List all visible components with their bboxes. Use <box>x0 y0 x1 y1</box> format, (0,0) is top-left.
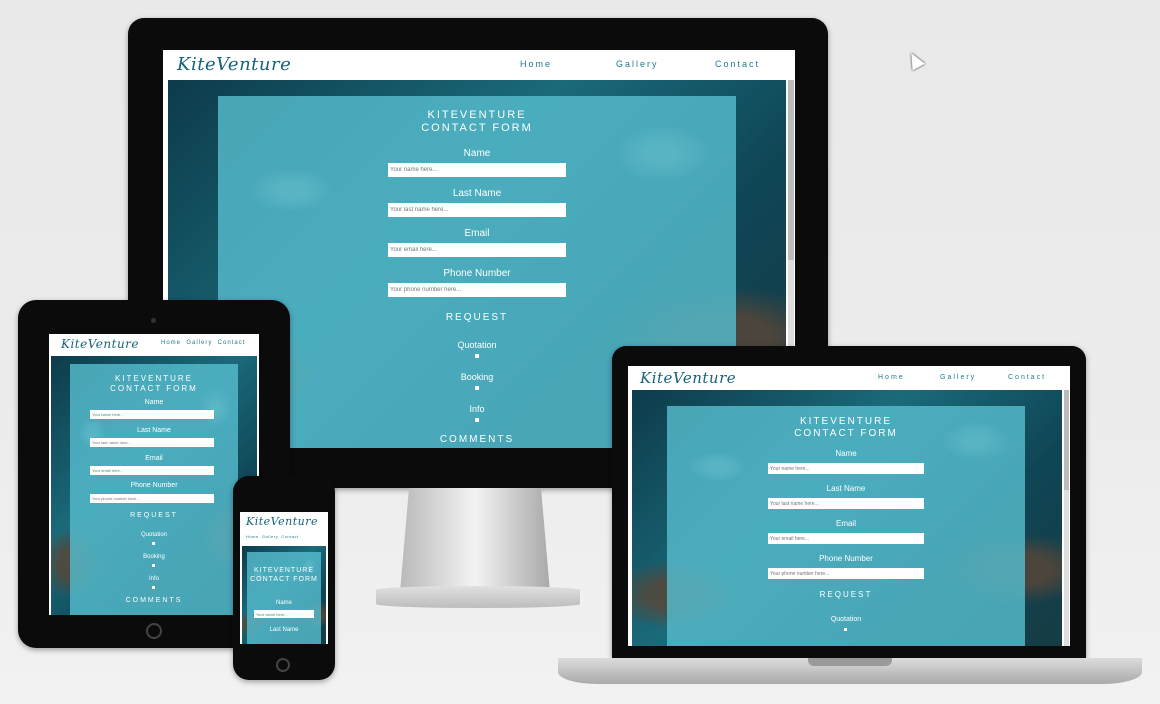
name-label: Name <box>463 148 491 159</box>
laptop-logo[interactable]: KiteVenture <box>640 369 736 387</box>
tablet-logo[interactable]: KiteVenture <box>61 337 139 351</box>
phone-name-label: Name <box>275 600 292 606</box>
laptop-form-title: KITEVENTURE CONTACT FORM <box>794 416 898 439</box>
last-name-input[interactable] <box>388 203 566 217</box>
laptop-header: KiteVenture Home Gallery Contact <box>628 366 1070 390</box>
phone-nav[interactable]: Home Gallery Contact <box>246 534 299 539</box>
phone-input[interactable] <box>388 283 566 297</box>
tablet-email-label: Email <box>145 455 163 462</box>
tablet-quotation-checkbox[interactable] <box>152 542 155 545</box>
phone-header: KiteVenture Home Gallery Contact <box>240 512 328 546</box>
tablet-nav[interactable]: Home Gallery Contact <box>161 340 245 346</box>
site-logo[interactable]: KiteVenture <box>177 54 291 75</box>
laptop-quotation-label: Quotation <box>830 616 862 623</box>
laptop-hinge <box>808 658 892 666</box>
last-name-label: Last Name <box>452 188 502 199</box>
tablet-name-input[interactable] <box>90 410 214 419</box>
tablet-quotation-label: Quotation <box>140 532 168 538</box>
phone-name-input[interactable] <box>254 610 314 618</box>
tablet-booking-label: Booking <box>143 554 165 560</box>
tablet-screen: KiteVenture Home Gallery Contact KITEVEN… <box>49 334 259 615</box>
nav-contact[interactable]: Contact <box>715 59 760 69</box>
form-title: KITEVENTURE CONTACT FORM <box>421 109 533 134</box>
laptop-form-panel: KITEVENTURE CONTACT FORM Name Last Name … <box>667 406 1025 646</box>
laptop-email-input[interactable] <box>768 533 924 544</box>
tablet-form-title: KITEVENTURE CONTACT FORM <box>110 374 198 393</box>
laptop-nav-contact[interactable]: Contact <box>1008 374 1046 381</box>
laptop-last-name-input[interactable] <box>768 498 924 509</box>
tablet-info-label: Info <box>148 576 159 582</box>
tablet-name-label: Name <box>144 399 164 406</box>
name-input[interactable] <box>388 163 566 177</box>
laptop-last-name-label: Last Name <box>826 484 866 493</box>
tablet-form-panel: KITEVENTURE CONTACT FORM Name Last Name … <box>70 364 238 615</box>
tablet-phone-input[interactable] <box>90 494 214 503</box>
laptop-name-label: Name <box>835 449 857 458</box>
tablet-last-name-input[interactable] <box>90 438 214 447</box>
tablet-email-input[interactable] <box>90 466 214 475</box>
phone-form-panel: KITEVENTURE CONTACT FORM Name Last Name <box>247 552 321 644</box>
tablet-phone-label: Phone Number <box>130 482 178 489</box>
phone-device: KiteVenture Home Gallery Contact KITEVEN… <box>233 476 335 680</box>
laptop-nav-home[interactable]: Home <box>878 374 905 381</box>
phone-logo[interactable]: KiteVenture <box>246 515 318 528</box>
nav-gallery[interactable]: Gallery <box>616 59 659 69</box>
phone-label: Phone Number <box>443 268 511 279</box>
phone-home-button[interactable] <box>276 658 290 672</box>
laptop-screen: KiteVenture Home Gallery Contact KITEVEN… <box>628 366 1070 646</box>
tablet-camera <box>151 318 156 323</box>
laptop-nav-gallery[interactable]: Gallery <box>940 374 976 381</box>
quotation-checkbox[interactable] <box>475 354 479 358</box>
laptop-name-input[interactable] <box>768 463 924 474</box>
tablet-header: KiteVenture Home Gallery Contact <box>49 334 259 356</box>
tablet-last-name-label: Last Name <box>137 427 171 434</box>
tablet-request-heading: REQUEST <box>130 512 178 519</box>
laptop-scrollbar[interactable] <box>1064 390 1069 646</box>
tablet-comments-heading: COMMENTS <box>125 597 183 604</box>
request-heading: REQUEST <box>445 312 509 323</box>
laptop-phone-label: Phone Number <box>819 554 873 563</box>
monitor-stand-base <box>376 586 580 608</box>
monitor-stand-neck <box>400 488 550 592</box>
laptop-request-heading: REQUEST <box>819 590 873 599</box>
email-label: Email <box>464 228 490 239</box>
phone-screen: KiteVenture Home Gallery Contact KITEVEN… <box>240 512 328 644</box>
phone-form-title: KITEVENTURE CONTACT FORM <box>250 567 318 583</box>
tablet-info-checkbox[interactable] <box>152 586 155 589</box>
laptop-quotation-checkbox[interactable] <box>844 628 847 631</box>
info-checkbox[interactable] <box>475 418 479 422</box>
nav-home[interactable]: Home <box>520 59 552 69</box>
email-input[interactable] <box>388 243 566 257</box>
tablet-booking-checkbox[interactable] <box>152 564 155 567</box>
mouse-cursor-icon <box>905 49 925 71</box>
site-header: KiteVenture Home Gallery Contact <box>163 50 795 80</box>
tablet-home-button[interactable] <box>146 623 162 639</box>
phone-last-name-label: Last Name <box>269 627 299 633</box>
booking-checkbox[interactable] <box>475 386 479 390</box>
laptop-device: KiteVenture Home Gallery Contact KITEVEN… <box>612 346 1086 658</box>
laptop-phone-input[interactable] <box>768 568 924 579</box>
laptop-email-label: Email <box>835 519 856 528</box>
